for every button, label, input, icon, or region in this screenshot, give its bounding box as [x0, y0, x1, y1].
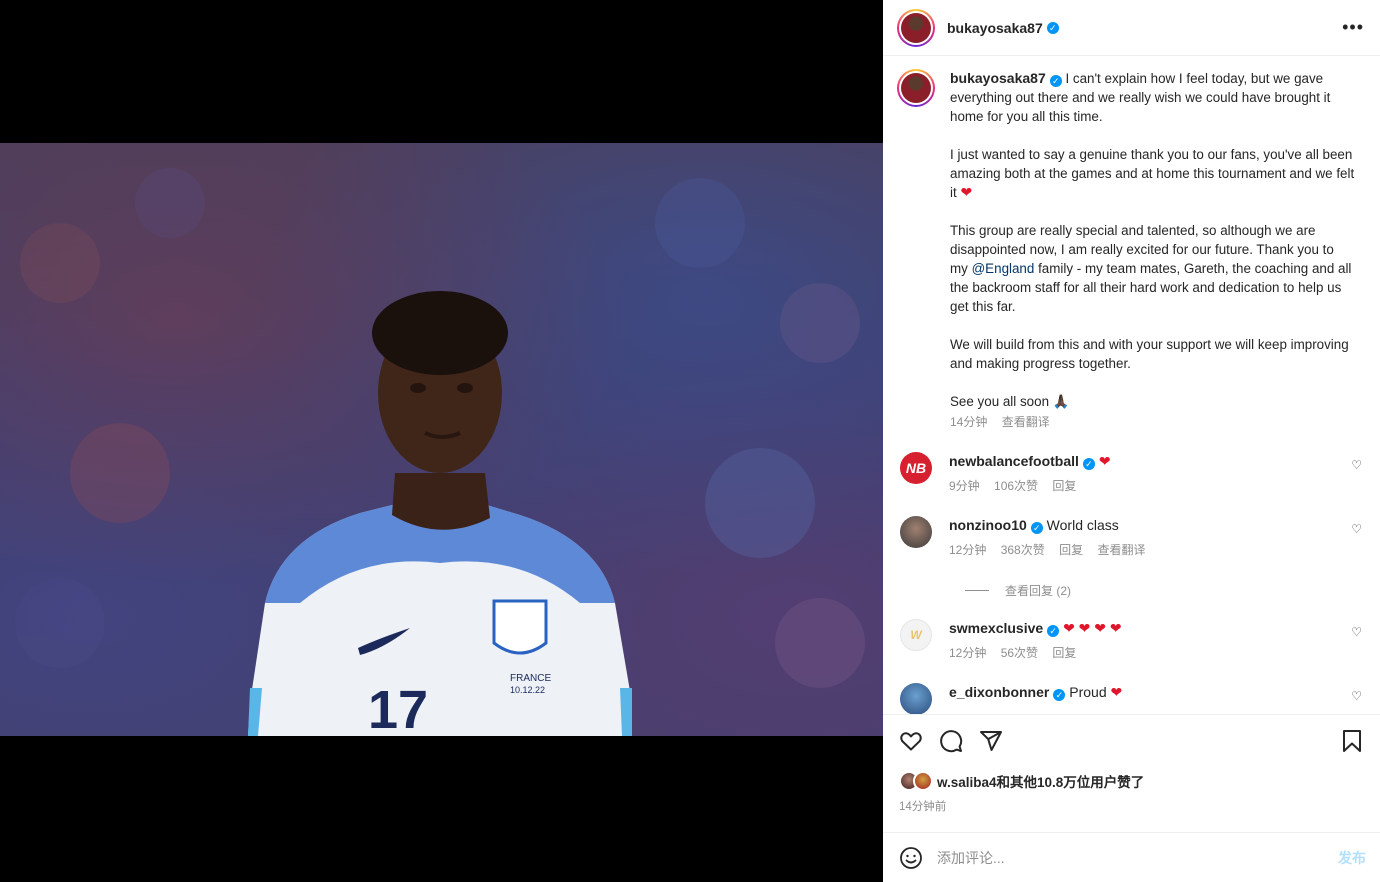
comment-text: World class [1046, 517, 1119, 533]
comment-input[interactable] [937, 849, 1338, 866]
comment-time: 12分钟 [949, 543, 987, 557]
comment-username[interactable]: nonzinoo10 [949, 517, 1027, 533]
comment-item: nonzinoo10 ✓ World class 12分钟 368次赞 回复 查看… [897, 516, 1364, 560]
comment-like-heart-icon[interactable]: ♡ [1351, 625, 1362, 639]
view-replies-button[interactable]: 查看回复 (2) [965, 582, 1364, 599]
comment-item: e_dixonbonner ✓ Proud ❤ ♡ [897, 683, 1364, 714]
post-header: bukayosaka87 ✓ ••• [883, 0, 1380, 56]
comment-time: 9分钟 [949, 479, 980, 493]
post-caption: bukayosaka87 ✓ I can't explain how I feel… [897, 69, 1364, 432]
jersey-match-date: 10.12.22 [510, 685, 545, 695]
verified-badge-icon: ✓ [1049, 75, 1062, 87]
see-translation-link[interactable]: 查看翻译 [1097, 543, 1145, 557]
see-translation-link[interactable]: 查看翻译 [1002, 415, 1050, 429]
smile-icon[interactable] [899, 846, 923, 870]
comment-item: W swmexclusive ✓ ❤ ❤ ❤ ❤ 12分钟 56次赞 回复 ♡ [897, 619, 1364, 663]
swm-logo-avatar[interactable]: W [900, 619, 932, 651]
comment-like-heart-icon[interactable]: ♡ [1351, 689, 1362, 703]
caption-paragraph-4: We will build from this and with your su… [950, 337, 1349, 371]
comment-text: Proud [1069, 684, 1107, 700]
comment-icon[interactable] [939, 729, 963, 753]
comment-likes[interactable]: 106次赞 [994, 479, 1038, 493]
newbalance-logo-avatar[interactable]: NB [900, 452, 932, 484]
jersey-number: 17 [368, 680, 428, 736]
comment-time: 12分钟 [949, 646, 987, 660]
comment-username[interactable]: newbalancefootball [949, 453, 1079, 469]
view-replies-label: 查看回复 (2) [1005, 584, 1072, 598]
heart-emoji-icon: ❤ [1110, 684, 1123, 700]
comment-username[interactable]: swmexclusive [949, 620, 1043, 636]
verified-badge-icon: ✓ [1046, 21, 1059, 34]
verified-badge-icon: ✓ [1047, 625, 1060, 637]
verified-badge-icon: ✓ [1082, 458, 1095, 470]
post-media: 17 FRANCE 10.12.22 [0, 0, 883, 882]
likes-summary[interactable]: w.saliba4和其他10.8万位用户赞了 [899, 771, 1364, 791]
comment-likes[interactable]: 56次赞 [1001, 646, 1038, 660]
pray-emoji-icon: 🙏🏿 [1052, 394, 1070, 409]
comment-like-heart-icon[interactable]: ♡ [1351, 522, 1362, 536]
caption-paragraph-5: See you all soon [950, 394, 1050, 409]
heart-emoji-icon: ❤ [1098, 453, 1111, 469]
caption-avatar[interactable] [897, 69, 935, 107]
post-comment-button[interactable]: 发布 [1338, 848, 1366, 868]
comment-likes[interactable]: 368次赞 [1001, 543, 1045, 557]
author-username[interactable]: bukayosaka87 [947, 20, 1043, 36]
post-photo[interactable]: 17 FRANCE 10.12.22 [0, 143, 883, 736]
divider-line [965, 590, 989, 591]
heart-icon[interactable] [899, 729, 923, 753]
mention-link[interactable]: @England [972, 261, 1035, 276]
likes-text: w.saliba4和其他10.8万位用户赞了 [937, 775, 1145, 790]
heart-emoji-icon: ❤ ❤ ❤ ❤ [1063, 620, 1122, 636]
comment-username[interactable]: e_dixonbonner [949, 684, 1049, 700]
author-avatar[interactable] [897, 8, 935, 47]
comments-list[interactable]: bukayosaka87 ✓ I can't explain how I feel… [883, 57, 1380, 714]
caption-time: 14分钟 [950, 415, 988, 429]
comment-like-heart-icon[interactable]: ♡ [1351, 458, 1362, 472]
commenter-avatar[interactable] [900, 683, 932, 714]
bookmark-icon[interactable] [1340, 729, 1364, 753]
reply-button[interactable]: 回复 [1052, 646, 1076, 660]
post-actions: w.saliba4和其他10.8万位用户赞了 14分钟前 [883, 714, 1380, 832]
heart-emoji-icon: ❤ [960, 184, 973, 200]
verified-badge-icon: ✓ [1030, 522, 1043, 534]
comment-item: NB newbalancefootball ✓ ❤ 9分钟 106次赞 回复 ♡ [897, 452, 1364, 496]
liker-avatar [913, 771, 933, 791]
commenter-avatar[interactable] [900, 516, 932, 548]
add-comment-bar: 发布 [883, 832, 1380, 882]
reply-button[interactable]: 回复 [1059, 543, 1083, 557]
send-icon[interactable] [979, 729, 1003, 753]
post-side-panel: bukayosaka87 ✓ ••• bukayosaka87 ✓ I can't… [883, 0, 1380, 882]
verified-badge-icon: ✓ [1053, 689, 1066, 701]
more-options-icon[interactable]: ••• [1342, 17, 1364, 38]
jersey-match-text: FRANCE [510, 673, 551, 684]
caption-username[interactable]: bukayosaka87 [950, 70, 1046, 86]
player-illustration: 17 FRANCE 10.12.22 [15, 168, 865, 736]
caption-paragraph-2: I just wanted to say a genuine thank you… [950, 147, 1355, 200]
post-time-ago: 14分钟前 [899, 801, 947, 813]
reply-button[interactable]: 回复 [1052, 479, 1076, 493]
